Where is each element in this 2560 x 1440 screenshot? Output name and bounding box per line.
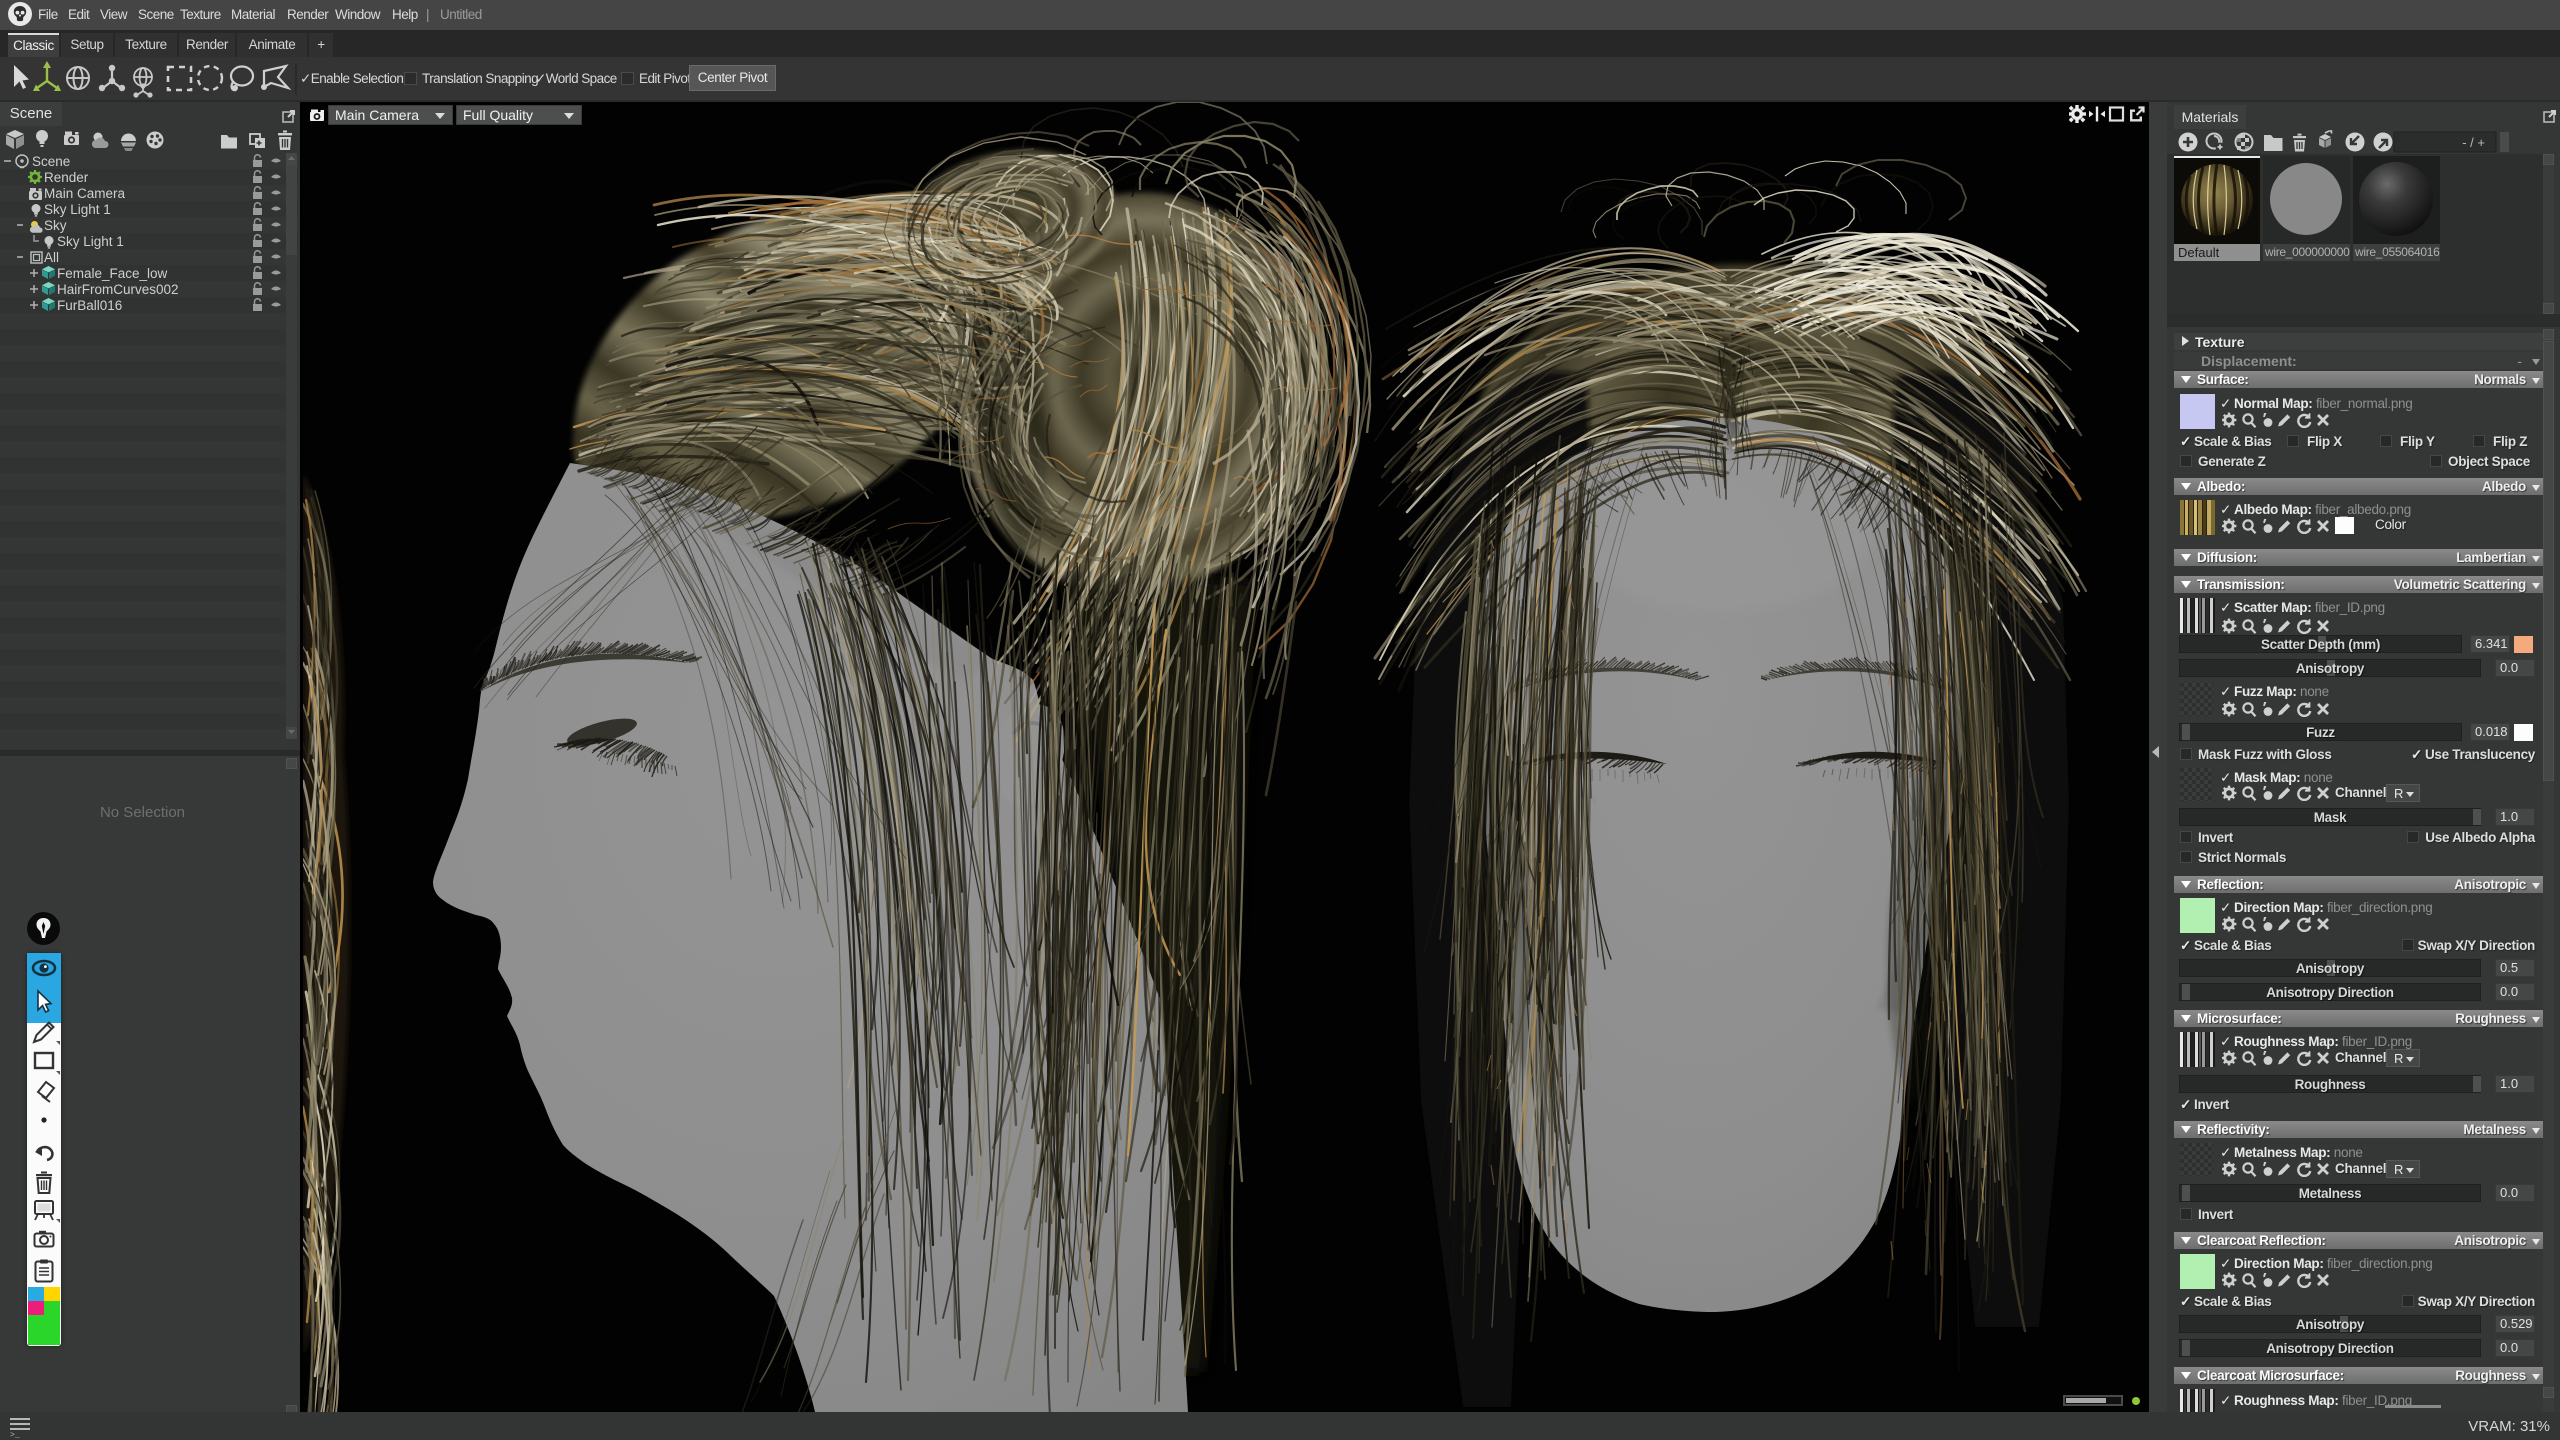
svg-text:Sky Light 1: Sky Light 1	[44, 202, 111, 217]
svg-text:Sky: Sky	[44, 218, 67, 233]
svg-text:Main Camera: Main Camera	[44, 186, 126, 201]
svg-text:Sky Light 1: Sky Light 1	[57, 234, 124, 249]
svg-text:Scene: Scene	[32, 154, 70, 169]
svg-text:>_: >_	[10, 1431, 20, 1438]
svg-text:FurBall016: FurBall016	[57, 298, 122, 313]
svg-text:Render: Render	[44, 170, 89, 185]
svg-text:Female_Face_low: Female_Face_low	[57, 266, 168, 281]
svg-text:- / +: - / +	[2462, 135, 2485, 150]
svg-text:HairFromCurves002: HairFromCurves002	[57, 282, 179, 297]
svg-text:All: All	[44, 250, 59, 265]
